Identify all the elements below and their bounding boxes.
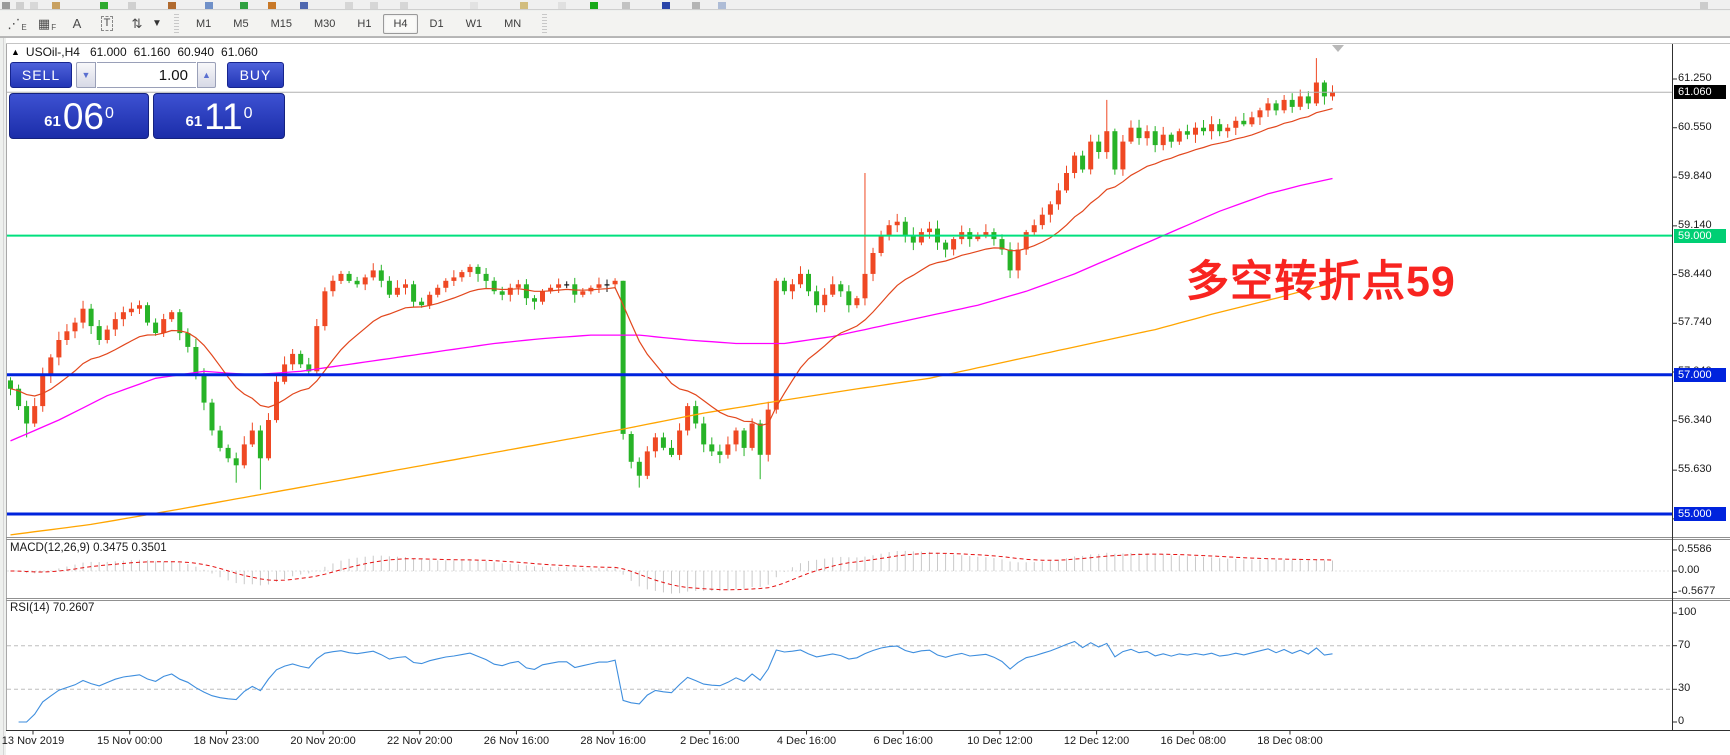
close-value: 61.060 [221,45,258,59]
macd-indicator-label: MACD(12,26,9) 0.3475 0.3501 [10,542,167,554]
price-tick-label: 55.630 [1678,463,1712,476]
sell-price-button[interactable]: 61 06 0 [9,93,149,139]
time-tick-label: 10 Dec 12:00 [967,735,1033,747]
time-tick-label: 13 Nov 2019 [1,735,65,747]
buy-pipette: 0 [243,105,253,122]
chart-title: ▲ USOil-,H4 61.000 61.160 60.940 61.060 [11,45,265,59]
time-tick-label: 15 Nov 00:00 [96,735,163,747]
price-badge: 59.000 [1674,228,1726,243]
chart-text-annotation: 多空转折点59 [1186,258,1456,306]
low-value: 60.940 [177,45,215,59]
price-badge: 57.000 [1674,367,1726,382]
sell-pips: 06 [62,96,104,137]
price-tick-label: 57.740 [1678,316,1712,329]
volume-increase-button[interactable]: ▲ [197,62,216,88]
mt4-window: ⋰ E ▦ F A T ⇅ ▼ M1 M5 M15 M30 H1 H4 D1 W1 MN ▲ USOil-,… [0,0,1730,755]
time-tick-label: 18 Dec 08:00 [1257,735,1323,747]
macd-tick-label: -0.5677 [1678,585,1716,598]
price-tick-label: 61.250 [1678,72,1712,84]
buy-price-button[interactable]: 61 11 0 [153,93,285,139]
high-value: 61.160 [133,45,171,59]
rsi-tick-label: 0 [1678,715,1685,727]
symbol-period-label: USOil-,H4 [25,45,80,59]
time-tick-label: 26 Nov 16:00 [483,735,550,747]
time-tick-label: 2 Dec 16:00 [680,735,740,747]
sell-big-figure: 61 [44,113,61,130]
buy-pips: 11 [204,96,243,137]
time-tick-label: 22 Nov 20:00 [387,735,453,747]
sell-pipette: 0 [104,105,114,122]
rsi-tick-label: 70 [1678,638,1691,651]
time-tick-label: 4 Dec 16:00 [776,735,837,747]
price-badge: 55.000 [1674,507,1726,521]
price-tick-label: 56.340 [1678,413,1712,426]
price-tick-label: 60.550 [1678,120,1712,133]
macd-tick-label: 0.5586 [1678,542,1712,555]
time-tick-label: 20 Nov 20:00 [290,735,356,747]
time-tick-label: 16 Dec 08:00 [1160,735,1226,747]
rsi-tick-label: 100 [1678,606,1697,618]
time-tick-label: 28 Nov 16:00 [580,735,646,747]
time-tick-label: 12 Dec 12:00 [1063,735,1130,747]
collapse-arrow-icon[interactable]: ▲ [11,47,20,57]
open-value: 61.000 [89,45,127,59]
time-tick-label: 6 Dec 16:00 [873,735,933,747]
volume-decrease-button[interactable]: ▼ [76,62,96,88]
rsi-indicator-label: RSI(14) 70.2607 [10,602,95,614]
volume-input[interactable] [97,62,196,88]
price-tick-label: 59.840 [1678,170,1712,183]
sell-button[interactable]: SELL [10,62,72,88]
price-badge: 61.060 [1674,85,1726,100]
price-tick-label: 58.440 [1678,267,1712,280]
time-tick-label: 18 Nov 23:00 [193,735,260,747]
buy-button[interactable]: BUY [227,62,284,88]
macd-tick-label: 0.00 [1678,564,1700,576]
rsi-tick-label: 30 [1678,682,1691,695]
buy-big-figure: 61 [185,113,203,130]
one-click-trading-panel: SELL ▼ ▲ BUY 61 06 0 61 11 0 [8,62,286,141]
